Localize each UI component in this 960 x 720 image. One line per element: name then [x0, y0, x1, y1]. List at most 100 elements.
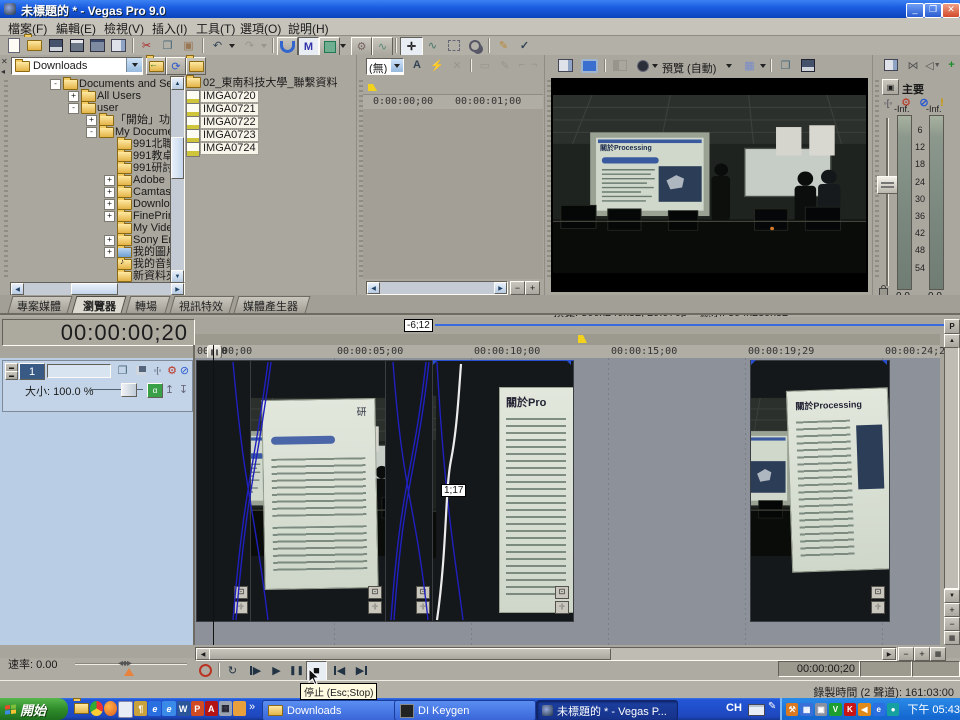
quicklaunch-calculator-icon[interactable]: ▦	[219, 701, 232, 716]
file-name[interactable]: IMGA0720	[201, 91, 258, 102]
external-monitor-button[interactable]	[580, 57, 599, 74]
master-properties-button[interactable]	[882, 57, 900, 73]
tab-explorer-label[interactable]: 瀏覽器	[83, 298, 116, 314]
explorer-grip[interactable]	[4, 80, 8, 280]
preview-properties-button[interactable]	[556, 57, 575, 74]
expander[interactable]: +	[104, 175, 115, 186]
redo-dropdown[interactable]	[259, 37, 268, 54]
dim-output-button[interactable]: ◁▼	[924, 57, 942, 73]
envelope-edit-tool[interactable]: ∿	[423, 37, 442, 54]
tree-item-label[interactable]: Camtasia Studio	[133, 187, 170, 198]
file-name[interactable]: IMGA0721	[201, 104, 258, 115]
selection-length-box[interactable]	[912, 661, 960, 677]
expander[interactable]: +	[104, 247, 115, 258]
properties-button[interactable]	[88, 37, 107, 54]
keyboard-icon[interactable]	[748, 704, 765, 716]
preview-quality-label[interactable]: 預覽 (自動)	[662, 60, 716, 76]
trimmer-remove-fx-button[interactable]: ✕	[448, 57, 466, 73]
up-one-level-button[interactable]: ←	[146, 57, 166, 75]
file-name[interactable]: 02_東南科技大學_聯繫資料	[203, 78, 337, 89]
tree-item-label[interactable]: 我的圖片	[133, 247, 170, 258]
tree-vscrollbar[interactable]: ▲ ▼	[170, 76, 185, 284]
track-automation-button[interactable]: ⚙	[165, 363, 179, 378]
timeline-zoom-tool-button[interactable]: ▦	[930, 647, 946, 661]
master-fader-handle[interactable]	[877, 176, 898, 194]
scroll-thumb[interactable]	[71, 283, 118, 295]
normal-edit-tool[interactable]: ✛	[400, 37, 423, 56]
fx-combo-dropdown[interactable]	[391, 59, 403, 72]
envelope-lock-toggle[interactable]: ∿	[372, 37, 393, 56]
tree-item-label[interactable]: Adobe	[133, 175, 165, 186]
tree-item-label[interactable]: 新資料夾	[133, 271, 170, 282]
tray-kmplayer-icon[interactable]: K	[844, 703, 856, 716]
taskbar-item-downloads[interactable]: Downloads	[262, 700, 398, 720]
timeline-vzoom-out[interactable]: −	[944, 617, 960, 631]
tree-item-label[interactable]: 991北職授	[133, 139, 170, 150]
tab-transitions-label[interactable]: 轉場	[135, 298, 157, 314]
file-name[interactable]: IMGA0722	[201, 117, 258, 128]
track-level-slider-handle[interactable]	[121, 383, 137, 397]
expander[interactable]: +	[104, 187, 115, 198]
scroll-right-button[interactable]: ▶	[882, 648, 896, 660]
expander[interactable]: +	[104, 235, 115, 246]
file-name[interactable]: IMGA0724	[201, 143, 258, 154]
paste-button[interactable]: ▣	[179, 37, 198, 54]
downmix-button[interactable]: ⋈	[904, 57, 922, 73]
tab-video-fx-label[interactable]: 視訊特效	[179, 298, 223, 314]
track-mute-button[interactable]: ⊘	[178, 363, 191, 378]
refresh-button[interactable]: ⟳	[166, 57, 186, 75]
track-number-badge[interactable]: 1	[19, 363, 45, 380]
quicklaunch-folder-icon[interactable]	[74, 701, 89, 716]
close-button[interactable]: ✕	[942, 3, 960, 18]
quicklaunch-acrobat-icon[interactable]: A	[205, 701, 218, 716]
current-time-display[interactable]: 00:00:00;20	[2, 319, 195, 346]
zoom-edit-tool[interactable]	[465, 37, 484, 54]
pause-button[interactable]: ❚❚	[288, 662, 305, 678]
selection-edit-tool[interactable]	[444, 37, 463, 54]
quicklaunch-chrome-icon[interactable]	[90, 701, 103, 716]
minimize-button[interactable]: _	[906, 3, 924, 18]
pen-icon[interactable]: ✎	[768, 701, 776, 712]
timeline-hzoom-in[interactable]: +	[914, 647, 930, 661]
cursor-time-box[interactable]: 00:00:00;20	[778, 661, 860, 677]
track-alpha-button[interactable]: α	[147, 383, 163, 398]
new-folder-button[interactable]	[186, 57, 206, 75]
menu-tools[interactable]: 工具(T)	[196, 20, 235, 37]
tree-item-label[interactable]: FinePrint 檔案	[133, 211, 170, 222]
track-fx-button[interactable]: ◦[◦	[149, 363, 166, 378]
tray-tools-icon[interactable]: ⚒	[786, 703, 798, 716]
expander[interactable]: -	[68, 103, 79, 114]
render-as-button[interactable]	[67, 37, 86, 54]
expander[interactable]: -	[50, 79, 61, 90]
quicklaunch-firefox-icon[interactable]	[104, 701, 117, 716]
master-fx-button[interactable]: +	[944, 57, 959, 73]
menu-insert[interactable]: 插入(I)	[152, 20, 187, 37]
scroll-left-button[interactable]: ◀	[11, 283, 24, 295]
edit-details-button[interactable]	[109, 37, 128, 54]
play-from-start-button[interactable]: ▶	[246, 662, 265, 678]
quality-dropdown[interactable]	[724, 57, 733, 74]
timeline-vzoom-in[interactable]: +	[944, 603, 960, 617]
split-screen-button[interactable]	[610, 57, 629, 74]
expander[interactable]: +	[68, 91, 79, 102]
track-parent-button[interactable]: ↥	[163, 383, 176, 396]
expander[interactable]: -	[86, 127, 97, 138]
taskbar-item-di-keygen[interactable]: DI Keygen	[394, 700, 536, 720]
redo-button[interactable]: ↷	[240, 37, 259, 54]
expander[interactable]: +	[104, 199, 115, 210]
quicklaunch-notes-icon[interactable]	[233, 701, 246, 716]
loop-region-bar[interactable]	[435, 324, 951, 326]
quicklaunch-ie2-icon[interactable]: e	[162, 701, 175, 716]
trimmer-afx-button[interactable]: A	[408, 57, 426, 73]
trimmer-workspace[interactable]	[363, 109, 543, 279]
trimmer-bracket-in-button[interactable]: ⌐	[516, 57, 528, 73]
overlays-dropdown[interactable]	[758, 57, 767, 74]
tree-item-label[interactable]: 991研討會	[133, 163, 170, 174]
tab-media-generators-label[interactable]: 媒體產生器	[243, 298, 298, 314]
tray-safe-icon[interactable]: ●	[887, 703, 899, 716]
new-project-button[interactable]	[4, 37, 23, 54]
track-child-button[interactable]: ↧	[177, 383, 190, 396]
panel-pin-icon[interactable]: ◂	[1, 67, 5, 76]
scroll-left-button[interactable]: ◀	[367, 282, 380, 294]
panel-close-icon[interactable]: ✕	[1, 57, 8, 66]
